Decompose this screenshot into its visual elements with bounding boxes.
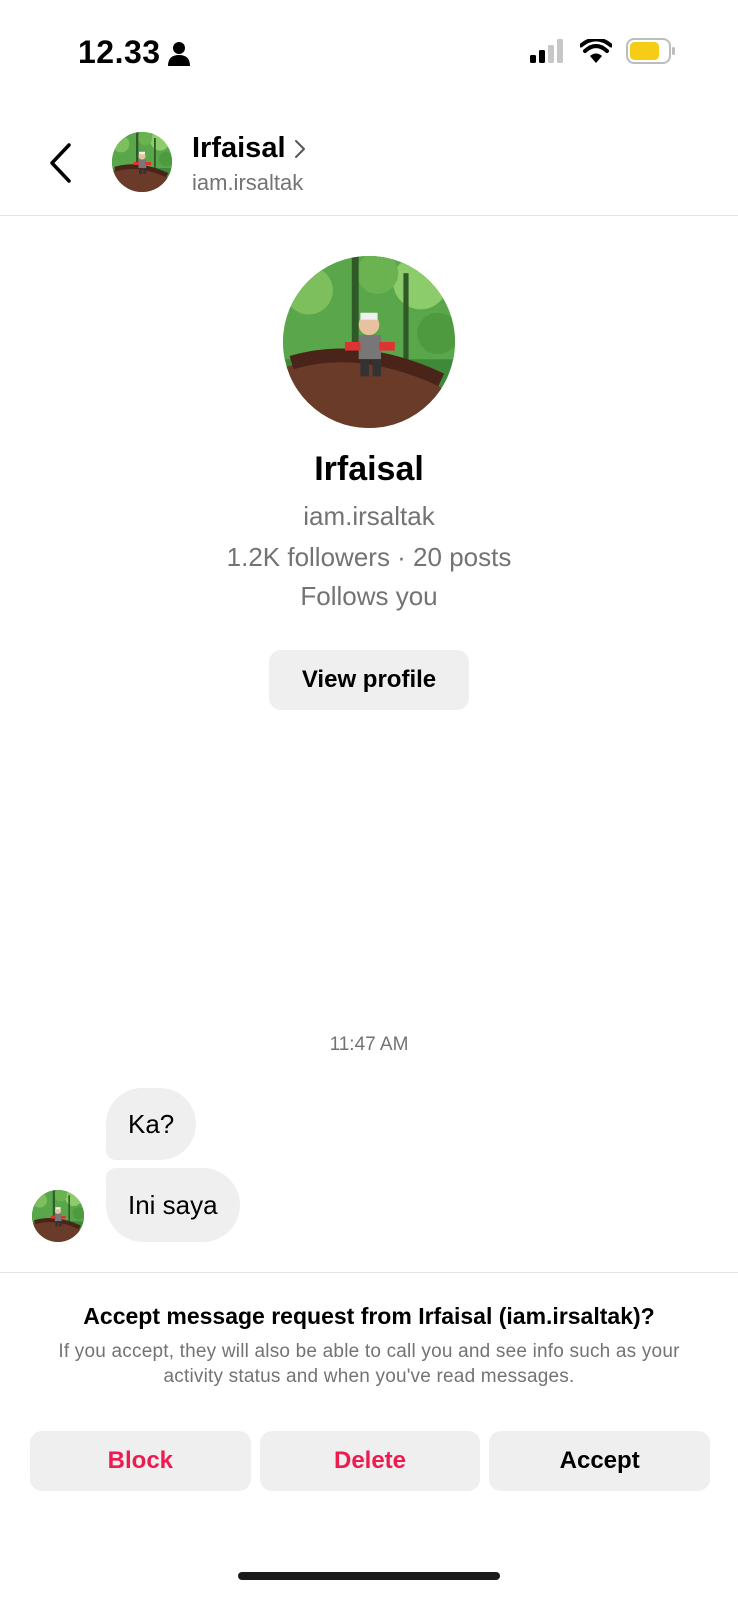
signal-icon	[530, 39, 563, 63]
profile-name: Irfaisal	[314, 450, 424, 488]
view-profile-button[interactable]: View profile	[269, 650, 469, 710]
wifi-icon	[580, 39, 612, 63]
header-name: Irfaisal	[192, 132, 286, 164]
delete-button[interactable]: Delete	[259, 1431, 481, 1491]
sender-avatar[interactable]	[32, 1190, 84, 1242]
accept-button[interactable]: Accept	[489, 1431, 711, 1491]
person-icon	[168, 42, 190, 66]
battery-icon	[626, 38, 675, 64]
request-actions: Block Delete Accept	[30, 1431, 711, 1491]
request-description: If you accept, they will also be able to…	[58, 1341, 680, 1387]
home-indicator[interactable]	[238, 1572, 500, 1580]
profile-avatar	[283, 256, 455, 428]
chevron-left-icon	[50, 143, 71, 183]
follows-you-label: Follows you	[300, 581, 438, 611]
header-avatar[interactable]	[112, 132, 172, 192]
chevron-right-icon	[294, 139, 305, 158]
message-request-panel: Accept message request from Irfaisal (ia…	[0, 1272, 738, 1600]
chat-header: Irfaisal iam.irsaltak	[0, 118, 738, 216]
profile-username: iam.irsaltak	[303, 501, 435, 531]
status-time: 12.33	[78, 34, 161, 70]
profile-card: Irfaisal iam.irsaltak 1.2K followers · 2…	[0, 256, 738, 710]
profile-stats: 1.2K followers · 20 posts	[226, 542, 512, 572]
message-bubble[interactable]: Ini saya	[106, 1168, 240, 1242]
message-timestamp: 11:47 AM	[329, 1034, 409, 1055]
header-username: iam.irsaltak	[192, 170, 304, 195]
request-title: Accept message request from Irfaisal (ia…	[83, 1303, 655, 1329]
message-bubble[interactable]: Ka?	[106, 1088, 197, 1160]
status-icons	[530, 38, 676, 64]
status-bar: 12.33	[0, 0, 738, 100]
header-name-link[interactable]: Irfaisal	[192, 132, 306, 165]
back-button[interactable]	[40, 138, 80, 188]
block-button[interactable]: Block	[30, 1431, 251, 1491]
